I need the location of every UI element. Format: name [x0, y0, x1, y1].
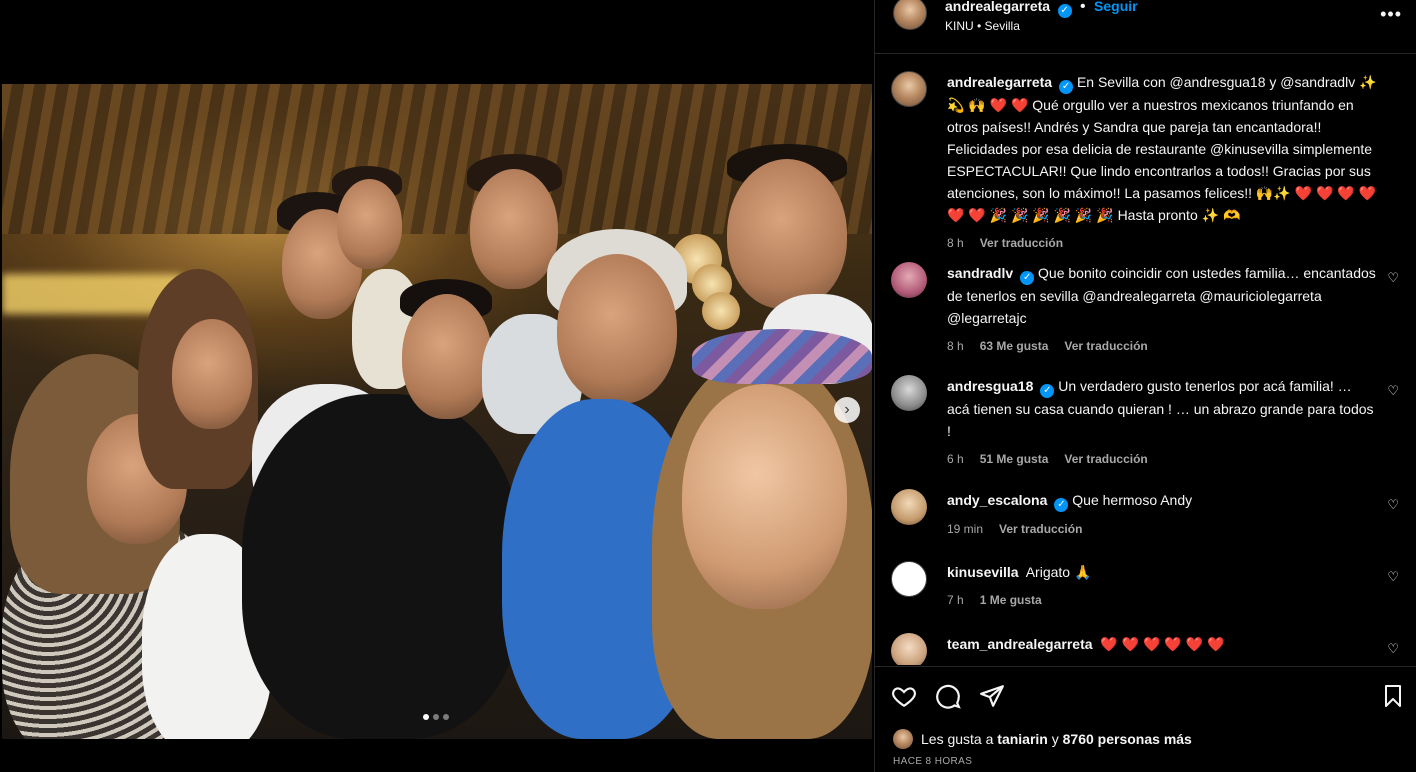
comment-text: ❤️ ❤️ ❤️ ❤️ ❤️ ❤️ — [1100, 636, 1225, 652]
verified-icon: ✓ — [1040, 384, 1055, 398]
photo-person-head — [402, 294, 492, 419]
post-actions: Les gusta a taniarin y 8760 personas más… — [875, 666, 1416, 772]
carousel-dot — [433, 714, 439, 720]
likes-prefix: Les gusta a — [921, 731, 994, 747]
caption-username[interactable]: andrealegarreta — [947, 74, 1052, 90]
comment-likes[interactable]: 1 Me gusta — [980, 589, 1042, 611]
photo-lamp — [702, 292, 740, 330]
carousel-indicator — [423, 714, 449, 720]
carousel-next-button[interactable]: › — [834, 397, 860, 423]
photo-person-head — [682, 384, 847, 609]
post-side-panel: andrealegarreta ✓ • Seguir KINU • Sevill… — [874, 0, 1416, 772]
comment-avatar[interactable] — [891, 375, 927, 411]
photo-person-head — [337, 179, 402, 269]
verified-icon: ✓ — [1057, 4, 1072, 18]
likes-summary[interactable]: Les gusta a taniarin y 8760 personas más — [921, 731, 1192, 747]
post-media: › — [0, 0, 874, 772]
comment-meta: 19 min Ver traducción — [947, 518, 1377, 540]
photo-person-head — [470, 169, 558, 289]
comment-meta: 6 h 51 Me gusta Ver traducción — [947, 448, 1377, 470]
author-avatar[interactable] — [891, 71, 927, 107]
post-location[interactable]: KINU • Sevilla — [945, 19, 1020, 33]
photo-person-head — [727, 159, 847, 309]
author-username[interactable]: andrealegarreta — [945, 0, 1050, 14]
photo-person-headband — [692, 329, 872, 384]
likes-user[interactable]: taniarin — [997, 731, 1048, 747]
share-icon[interactable] — [979, 683, 1005, 714]
likes-mid: y — [1051, 731, 1059, 747]
post-timestamp: HACE 8 HORAS — [893, 756, 973, 767]
follow-button[interactable]: Seguir — [1094, 0, 1138, 14]
carousel-dot — [443, 714, 449, 720]
caption-time: 8 h — [947, 236, 964, 250]
caption-meta: 8 h Ver traducción — [947, 232, 1377, 254]
comment-likes[interactable]: 63 Me gusta — [980, 335, 1049, 357]
comment-avatar[interactable] — [891, 633, 927, 665]
verified-icon: ✓ — [1020, 271, 1035, 285]
carousel-dot — [423, 714, 429, 720]
comments-list[interactable]: andrealegarreta ✓ En Sevilla con @andresg… — [875, 55, 1416, 665]
comment-username[interactable]: team_andrealegarreta — [947, 636, 1093, 652]
translate-link[interactable]: Ver traducción — [1064, 335, 1147, 357]
comment-like-heart-icon[interactable]: ♡ — [1387, 497, 1399, 513]
comment-time: 7 h — [947, 593, 964, 607]
post-photo — [2, 84, 872, 739]
comment-time: 19 min — [947, 522, 984, 536]
verified-icon: ✓ — [1059, 80, 1074, 94]
photo-person-head — [557, 254, 677, 404]
liker-avatar[interactable] — [893, 729, 913, 749]
bookmark-icon[interactable] — [1381, 683, 1405, 714]
comment-likes[interactable]: 51 Me gusta — [980, 448, 1049, 470]
comment-like-heart-icon[interactable]: ♡ — [1387, 270, 1399, 286]
comment-text: Arigato 🙏 — [1025, 564, 1092, 580]
caption-text: En Sevilla con @andresgua18 y @sandradlv… — [947, 74, 1377, 223]
comment-like-heart-icon[interactable]: ♡ — [1387, 569, 1399, 585]
translate-link[interactable]: Ver traducción — [999, 518, 1082, 540]
comment-meta: 7 h 1 Me gusta — [947, 589, 1377, 611]
comment-username[interactable]: sandradlv — [947, 265, 1013, 281]
comment-meta: 8 h 63 Me gusta Ver traducción — [947, 335, 1377, 357]
comment-like-heart-icon[interactable]: ♡ — [1387, 641, 1399, 657]
likes-count[interactable]: 8760 personas más — [1063, 731, 1192, 747]
photo-person — [242, 394, 522, 739]
translate-link[interactable]: Ver traducción — [1064, 448, 1147, 470]
comment-like-heart-icon[interactable]: ♡ — [1387, 383, 1399, 399]
comment-username[interactable]: andresgua18 — [947, 378, 1033, 394]
translate-link[interactable]: Ver traducción — [980, 232, 1063, 254]
comment-username[interactable]: andy_escalona — [947, 492, 1047, 508]
post-header: andrealegarreta ✓ • Seguir KINU • Sevill… — [875, 0, 1416, 54]
comment-icon[interactable] — [935, 683, 961, 714]
photo-person-head — [172, 319, 252, 429]
comment-avatar[interactable] — [891, 561, 927, 597]
like-heart-icon[interactable] — [891, 683, 917, 714]
verified-icon: ✓ — [1054, 498, 1069, 512]
separator: • — [1079, 0, 1086, 15]
author-avatar[interactable] — [893, 0, 927, 30]
comment-avatar[interactable] — [891, 489, 927, 525]
comment-time: 8 h — [947, 339, 964, 353]
comment-username[interactable]: kinusevilla — [947, 564, 1019, 580]
comment-avatar[interactable] — [891, 262, 927, 298]
comment-time: 6 h — [947, 452, 964, 466]
more-options-icon[interactable]: ••• — [1380, 4, 1402, 25]
comment-text: Que hermoso Andy — [1072, 492, 1193, 508]
